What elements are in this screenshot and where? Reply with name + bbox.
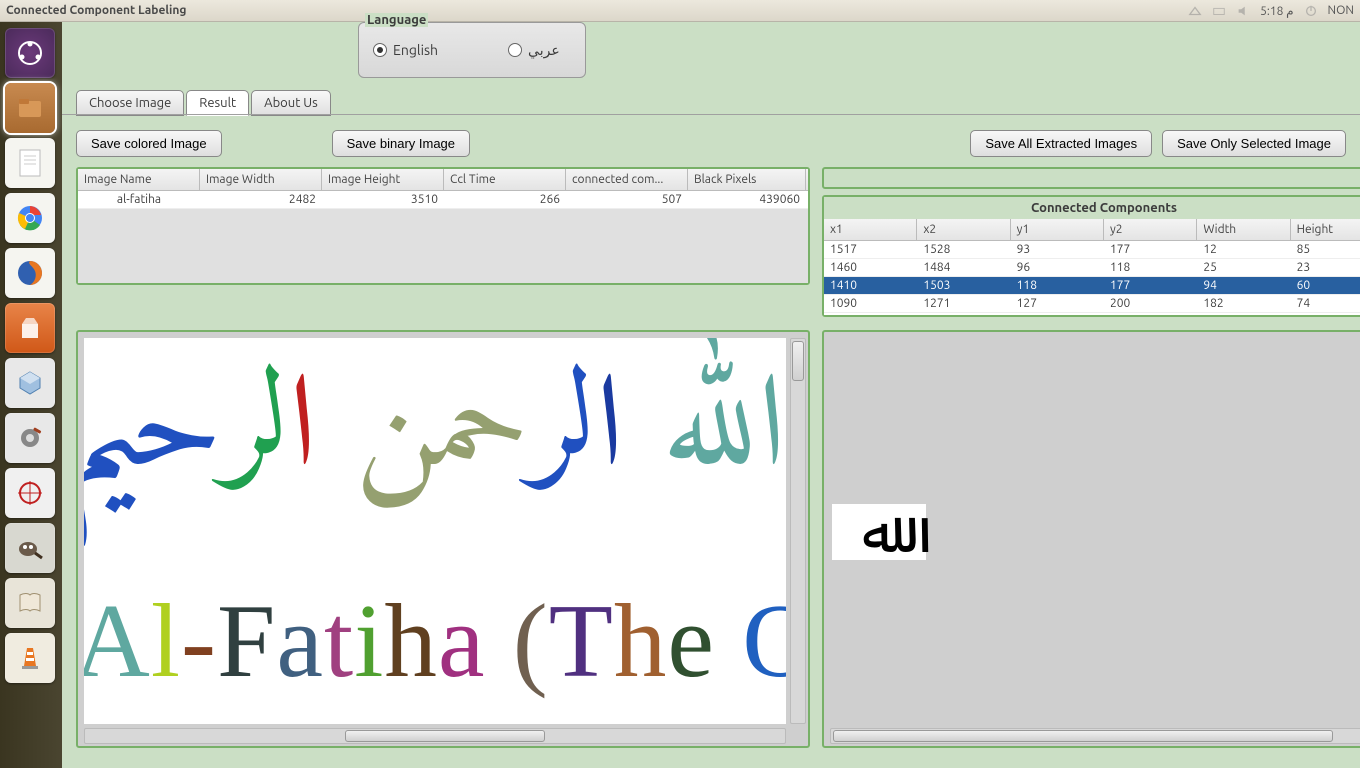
scrollbar-horizontal[interactable] — [830, 728, 1360, 744]
software-center-icon[interactable] — [5, 303, 55, 353]
image-table-panel: Image Name Image Width Image Height Ccl … — [76, 167, 810, 285]
keyboard-icon[interactable] — [1212, 4, 1226, 18]
component-glyph: ﷲ — [832, 504, 926, 560]
status-bar — [822, 167, 1360, 189]
table-row[interactable]: al-fatiha 2482 3510 266 507 439060 — [78, 191, 808, 209]
virtualbox-icon[interactable] — [5, 358, 55, 408]
save-all-button[interactable]: Save All Extracted Images — [970, 130, 1152, 157]
system-menu-bar: Connected Component Labeling م 5:18 NON — [0, 0, 1360, 22]
table-row[interactable]: 141015031181779460 — [824, 277, 1360, 295]
scrollbar-vertical[interactable] — [790, 338, 806, 724]
user-label[interactable]: NON — [1328, 4, 1354, 17]
th-x2[interactable]: x2 — [917, 219, 1010, 240]
table-row[interactable]: 15171528931771285 — [824, 241, 1360, 259]
system-tray: م 5:18 NON — [1188, 4, 1354, 18]
th-x1[interactable]: x1 — [824, 219, 917, 240]
scrollbar-horizontal[interactable] — [84, 728, 786, 744]
volume-icon[interactable] — [1236, 4, 1250, 18]
power-icon[interactable] — [1304, 4, 1318, 18]
image-table-body: al-fatiha 2482 3510 266 507 439060 — [78, 191, 808, 283]
th-black-pixels[interactable]: Black Pixels — [688, 169, 806, 190]
th-image-height[interactable]: Image Height — [322, 169, 444, 190]
vlc-icon[interactable] — [5, 633, 55, 683]
colored-image-viewer: الله الرحمن الرحيم Al-Fatiha (The Ope — [76, 330, 810, 748]
component-canvas[interactable]: ﷲ — [830, 338, 1360, 724]
unity-launcher — [0, 22, 62, 768]
radio-english[interactable] — [373, 43, 387, 57]
language-arabic[interactable]: عربي — [508, 42, 560, 59]
th-y2[interactable]: y2 — [1104, 219, 1197, 240]
chrome-icon[interactable] — [5, 193, 55, 243]
document-icon[interactable] — [5, 138, 55, 188]
th-y1[interactable]: y1 — [1011, 219, 1104, 240]
language-english[interactable]: English — [373, 42, 438, 58]
language-legend: Language — [365, 13, 428, 27]
target-icon[interactable] — [5, 468, 55, 518]
arabic-text: الله الرحمن الرحيم — [84, 368, 786, 498]
dash-icon[interactable] — [5, 28, 55, 78]
dictionary-icon[interactable] — [5, 578, 55, 628]
firefox-icon[interactable] — [5, 248, 55, 298]
save-binary-button[interactable]: Save binary Image — [332, 130, 470, 157]
table-row[interactable]: 14601484961182523 — [824, 259, 1360, 277]
th-image-width[interactable]: Image Width — [200, 169, 322, 190]
language-fieldset: Language English عربي — [358, 22, 586, 78]
cc-table-body[interactable]: 1517152893177128514601484961182523141015… — [824, 241, 1360, 315]
tab-about-us[interactable]: About Us — [251, 90, 331, 116]
window-title: Connected Component Labeling — [6, 4, 186, 17]
cc-table-header: x1 x2 y1 y2 Width Height — [824, 219, 1360, 241]
save-colored-button[interactable]: Save colored Image — [76, 130, 222, 157]
button-row: Save colored Image Save binary Image Sav… — [76, 130, 1346, 157]
clock[interactable]: م 5:18 — [1260, 4, 1293, 18]
th-connected-components[interactable]: connected com... — [566, 169, 688, 190]
latin-text: Al-Fatiha (The Ope — [84, 588, 786, 693]
network-icon[interactable] — [1188, 4, 1202, 18]
cc-title: Connected Components — [824, 197, 1360, 219]
tab-choose-image[interactable]: Choose Image — [76, 90, 184, 116]
colored-canvas[interactable]: الله الرحمن الرحيم Al-Fatiha (The Ope — [84, 338, 786, 724]
tab-bar: Choose Image Result About Us — [76, 90, 331, 116]
th-image-name[interactable]: Image Name — [78, 169, 200, 190]
component-viewer: ﷲ — [822, 330, 1360, 748]
cc-table: Connected Components x1 x2 y1 y2 Width H… — [822, 195, 1360, 317]
table-row[interactable]: 1090127112720018274 — [824, 295, 1360, 313]
gimp-icon[interactable] — [5, 523, 55, 573]
tab-separator — [62, 114, 1360, 115]
radio-arabic[interactable] — [508, 43, 522, 57]
th-ccl-time[interactable]: Ccl Time — [444, 169, 566, 190]
app-panel: Language English عربي Choose Image Resul… — [62, 22, 1360, 768]
th-width[interactable]: Width — [1197, 219, 1290, 240]
th-height[interactable]: Height — [1291, 219, 1360, 240]
image-table: Image Name Image Width Image Height Ccl … — [76, 167, 810, 285]
files-icon[interactable] — [5, 83, 55, 133]
tab-result[interactable]: Result — [186, 90, 249, 116]
image-table-header: Image Name Image Width Image Height Ccl … — [78, 169, 808, 191]
cc-panel: Connected Components x1 x2 y1 y2 Width H… — [822, 167, 1360, 317]
save-selected-button[interactable]: Save Only Selected Image — [1162, 130, 1346, 157]
settings-icon[interactable] — [5, 413, 55, 463]
